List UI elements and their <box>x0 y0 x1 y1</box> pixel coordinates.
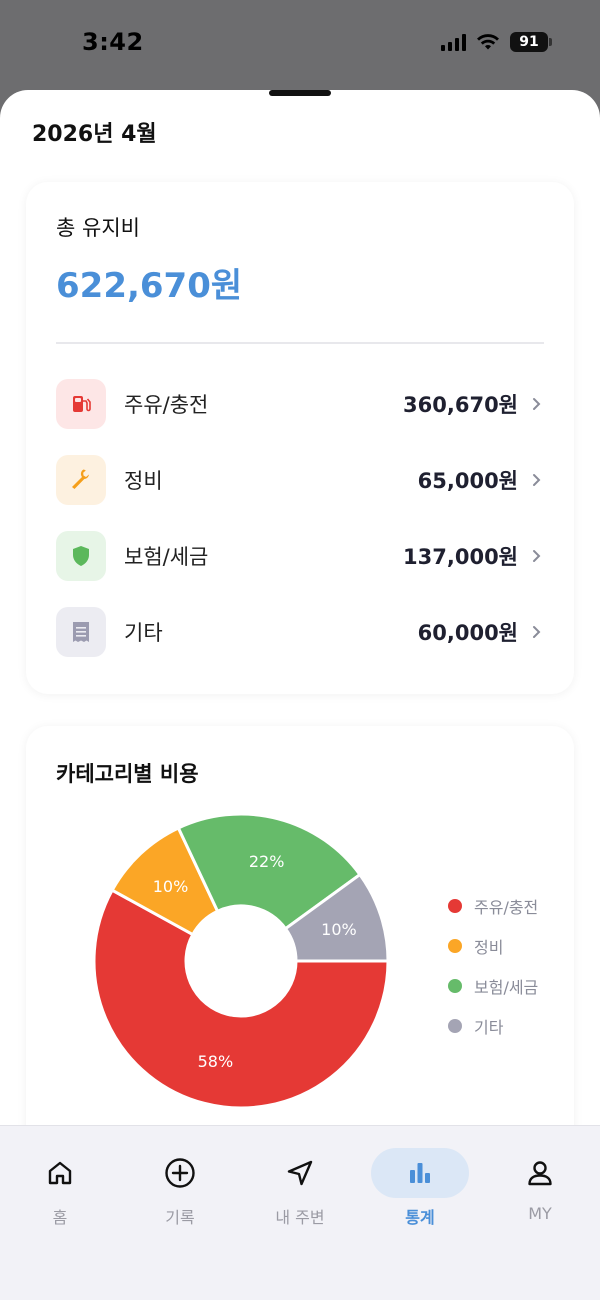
category-row-insurance[interactable]: 보험/세금 137,000원 <box>56 530 544 582</box>
category-name: 정비 <box>124 469 163 493</box>
status-time: 3:42 <box>82 28 144 56</box>
month-title[interactable]: 2026년 4월 <box>32 116 157 148</box>
chevron-right-icon <box>530 549 544 563</box>
divider <box>56 342 544 344</box>
fuel-pump-icon <box>56 379 106 429</box>
wrench-icon <box>56 455 106 505</box>
legend-label: 보험/세금 <box>474 978 539 997</box>
category-row-maintenance[interactable]: 정비 65,000원 <box>56 454 544 506</box>
status-icons: 91 <box>441 32 552 52</box>
legend-label: 주유/충전 <box>474 898 539 917</box>
battery-level: 91 <box>519 34 539 50</box>
tab-record[interactable]: 기록 <box>130 1148 230 1228</box>
tab-nearby[interactable]: 내 주변 <box>250 1148 350 1228</box>
battery-icon: 91 <box>510 32 552 52</box>
donut-chart: 58% 10% 22% 10% <box>92 812 390 1110</box>
sheet-grabber[interactable] <box>269 90 331 96</box>
category-amount: 360,670원 <box>403 393 518 417</box>
chevron-right-icon <box>530 625 544 639</box>
summary-total: 622,670원 <box>56 266 243 306</box>
chart-legend: 주유/충전정비보험/세금기타 <box>448 886 538 1046</box>
legend-dot <box>448 1019 462 1033</box>
category-amount: 60,000원 <box>417 621 518 645</box>
cellular-signal-icon <box>441 33 466 51</box>
legend-item: 주유/충전 <box>448 886 538 926</box>
status-bar: 3:42 91 <box>0 0 600 90</box>
slice-label-3: 22% <box>249 852 285 871</box>
plus-circle-icon <box>164 1148 196 1198</box>
tab-label: 통계 <box>405 1208 435 1227</box>
legend-dot <box>448 899 462 913</box>
legend-item: 기타 <box>448 1006 538 1046</box>
legend-item: 정비 <box>448 926 538 966</box>
summary-label: 총 유지비 <box>56 216 140 240</box>
tab-label: MY <box>528 1204 552 1223</box>
slice-label-1: 58% <box>198 1052 234 1071</box>
tab-label: 기록 <box>165 1208 195 1227</box>
category-row-etc[interactable]: 기타 60,000원 <box>56 606 544 658</box>
tab-label: 홈 <box>52 1208 68 1227</box>
slice-label-4: 10% <box>321 920 357 939</box>
tab-label: 내 주변 <box>275 1208 325 1227</box>
legend-label: 기타 <box>474 1018 504 1037</box>
tab-home[interactable]: 홈 <box>10 1148 110 1228</box>
chevron-right-icon <box>530 473 544 487</box>
stats-sheet: 2026년 4월 총 유지비 622,670원 주유/충전 360,670원 정… <box>0 90 600 1300</box>
wifi-icon <box>477 34 499 50</box>
category-name: 주유/충전 <box>124 393 209 417</box>
chart-title: 카테고리별 비용 <box>56 762 199 786</box>
tab-my[interactable]: MY <box>490 1148 590 1228</box>
navigation-arrow-icon <box>286 1148 314 1198</box>
user-icon <box>526 1148 554 1198</box>
summary-card: 총 유지비 622,670원 주유/충전 360,670원 정비 65,000원… <box>26 182 574 694</box>
bar-chart-icon <box>407 1148 433 1198</box>
tab-stats[interactable]: 통계 <box>370 1148 470 1228</box>
category-row-fuel[interactable]: 주유/충전 360,670원 <box>56 378 544 430</box>
category-name: 보험/세금 <box>124 545 209 569</box>
category-name: 기타 <box>124 621 163 645</box>
legend-dot <box>448 979 462 993</box>
shield-icon <box>56 531 106 581</box>
legend-dot <box>448 939 462 953</box>
chevron-right-icon <box>530 397 544 411</box>
receipt-icon <box>56 607 106 657</box>
category-amount: 65,000원 <box>417 469 518 493</box>
slice-label-2: 10% <box>153 877 189 896</box>
category-amount: 137,000원 <box>403 545 518 569</box>
legend-item: 보험/세금 <box>448 966 538 1006</box>
legend-label: 정비 <box>474 938 504 957</box>
home-icon <box>46 1148 74 1198</box>
bottom-tab-bar: 홈 기록 내 주변 통계 MY <box>0 1125 600 1300</box>
